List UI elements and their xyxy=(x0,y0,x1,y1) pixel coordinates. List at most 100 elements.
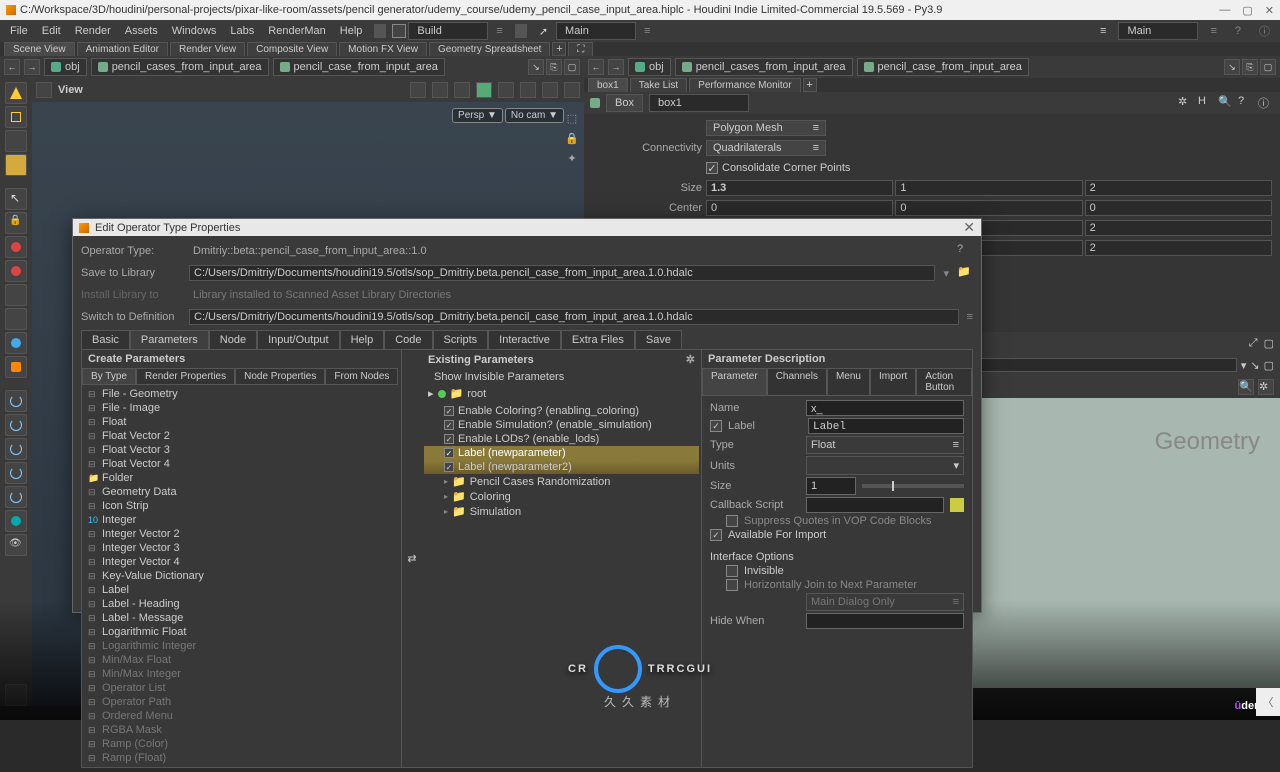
close-icon[interactable]: ✕ xyxy=(1265,4,1274,17)
menu-help[interactable]: Help xyxy=(334,23,369,39)
tool-rotate[interactable] xyxy=(5,284,27,306)
tool-bottom[interactable] xyxy=(5,684,27,706)
tab-animation-editor[interactable]: Animation Editor xyxy=(77,42,168,56)
right-main-dropdown[interactable]: Main xyxy=(1118,22,1198,40)
desc-tab-import[interactable]: Import xyxy=(870,368,916,396)
menu-edit[interactable]: Edit xyxy=(36,23,67,39)
vopt-gear-icon[interactable] xyxy=(542,82,558,98)
switch-def-input[interactable]: C:/Users/Dmitriy/Documents/houdini19.5/o… xyxy=(189,309,959,325)
pin-icon[interactable]: ↘ xyxy=(1250,359,1259,372)
connectivity-dropdown[interactable]: Quadrilaterals≡ xyxy=(706,140,826,156)
tab-perfmon[interactable]: Performance Monitor xyxy=(689,78,800,92)
tool-red[interactable] xyxy=(5,236,27,258)
gear-icon[interactable]: ✲ xyxy=(1258,379,1274,395)
tab-motion-fx[interactable]: Motion FX View xyxy=(339,42,427,56)
vopt-icon[interactable] xyxy=(432,82,448,98)
tool-arc4[interactable] xyxy=(5,462,27,484)
crumb-obj[interactable]: obj xyxy=(44,58,87,76)
desc-tab-menu[interactable]: Menu xyxy=(827,368,870,396)
dlg-tab-io[interactable]: Input/Output xyxy=(257,330,340,349)
vopt-icon[interactable] xyxy=(520,82,536,98)
h-icon[interactable]: H xyxy=(1198,95,1214,111)
dlg-tab-save[interactable]: Save xyxy=(635,330,682,349)
subtab-render[interactable]: Render Properties xyxy=(136,368,235,385)
crumb-r2[interactable]: pencil_case_from_input_area xyxy=(857,58,1029,76)
link-icon[interactable]: ⎘ xyxy=(1242,59,1258,75)
root-item[interactable]: ▸📁root xyxy=(422,385,701,402)
param-item-selected[interactable]: ✓Label (newparameter2) xyxy=(424,460,699,474)
tab-takelist[interactable]: Take List xyxy=(630,78,687,92)
tool-lasso[interactable] xyxy=(5,130,27,152)
minimize-icon[interactable]: — xyxy=(1219,4,1230,17)
suppress-checkbox[interactable] xyxy=(726,515,738,527)
invisible-checkbox[interactable] xyxy=(726,565,738,577)
units-dropdown[interactable]: ▾ xyxy=(806,456,964,475)
folder-item[interactable]: ▸📁Coloring xyxy=(424,489,699,504)
tool-arc1[interactable] xyxy=(5,390,27,412)
dlg-tab-help[interactable]: Help xyxy=(340,330,385,349)
add-tab-button[interactable]: + xyxy=(552,42,566,56)
dialog-titlebar[interactable]: Edit Operator Type Properties ✕ xyxy=(73,219,981,236)
subtab-bytype[interactable]: By Type xyxy=(82,368,136,385)
callback-input[interactable] xyxy=(806,497,944,513)
desc-tab-channels[interactable]: Channels xyxy=(767,368,827,396)
help-icon[interactable]: ? xyxy=(957,243,973,259)
center-x-input[interactable]: 0 xyxy=(706,200,893,216)
available-checkbox[interactable]: ✓ xyxy=(710,529,722,541)
horiz-checkbox[interactable] xyxy=(726,579,738,591)
crumb-r1[interactable]: pencil_cases_from_input_area xyxy=(675,58,853,76)
vopt-icon[interactable] xyxy=(564,82,580,98)
info-icon[interactable]: ⓘ xyxy=(1258,95,1274,111)
expand-icon[interactable]: ▢ xyxy=(564,59,580,75)
maximize-icon[interactable]: ▢ xyxy=(1242,4,1252,17)
menu-file[interactable]: File xyxy=(4,23,34,39)
expand-icon[interactable]: ▢ xyxy=(1260,59,1276,75)
tool-lock[interactable] xyxy=(5,212,27,234)
tool-orange[interactable] xyxy=(5,356,27,378)
desc-tab-parameter[interactable]: Parameter xyxy=(702,368,767,396)
label-input[interactable]: Label xyxy=(808,418,964,434)
crumb-1[interactable]: pencil_cases_from_input_area xyxy=(91,58,269,76)
size-slider[interactable] xyxy=(862,484,964,488)
display-option-icon[interactable]: ⬚ xyxy=(564,112,580,128)
tool-box[interactable] xyxy=(5,106,27,128)
gear-icon[interactable]: ✲ xyxy=(686,353,695,366)
vopt-icon[interactable] xyxy=(410,82,426,98)
view-menu-icon[interactable] xyxy=(36,82,52,98)
tool-teal[interactable] xyxy=(5,510,27,532)
pane-dropdown[interactable]: Main xyxy=(556,22,636,40)
dlg-tab-extra[interactable]: Extra Files xyxy=(561,330,635,349)
vopt-icon[interactable] xyxy=(454,82,470,98)
type-dropdown[interactable]: Float≡ xyxy=(806,436,964,454)
dlg-tab-node[interactable]: Node xyxy=(209,330,257,349)
param-item[interactable]: ✓Enable LODs? (enable_lods) xyxy=(424,432,699,446)
link-icon[interactable]: ⎘ xyxy=(546,59,562,75)
dlg-tab-scripts[interactable]: Scripts xyxy=(433,330,489,349)
save-lib-input[interactable]: C:/Users/Dmitriy/Documents/houdini19.5/o… xyxy=(189,265,935,281)
info-icon[interactable]: ⓘ xyxy=(1253,21,1276,41)
extra-z-input[interactable]: 2 xyxy=(1085,220,1272,236)
size-input[interactable]: 1 xyxy=(806,477,856,495)
back-button[interactable]: ← xyxy=(588,59,604,75)
tool-move[interactable] xyxy=(5,260,27,282)
param-item[interactable]: ✓Enable Simulation? (enable_simulation) xyxy=(424,418,699,432)
folder-item[interactable]: ▸📁Simulation xyxy=(424,504,699,519)
size-z-input[interactable]: 2 xyxy=(1085,180,1272,196)
pin-icon[interactable]: ↘ xyxy=(1224,59,1240,75)
vopt-display-icon[interactable] xyxy=(476,82,492,98)
fwd-button[interactable]: → xyxy=(24,59,40,75)
tab-box1[interactable]: box1 xyxy=(588,78,628,92)
tool-eye[interactable] xyxy=(5,534,27,556)
desktop-icon[interactable] xyxy=(392,24,406,38)
search-icon[interactable]: 🔍 xyxy=(1238,379,1254,395)
menu-renderman[interactable]: RenderMan xyxy=(262,23,331,39)
menu-assets[interactable]: Assets xyxy=(119,23,164,39)
expand-icon[interactable]: ⛶ xyxy=(568,42,593,56)
desc-tab-action[interactable]: Action Button xyxy=(916,368,972,396)
dlg-tab-basic[interactable]: Basic xyxy=(81,330,130,349)
param-item-selected[interactable]: ✓Label (newparameter) xyxy=(424,446,699,460)
gear-icon[interactable]: ✲ xyxy=(1178,95,1194,111)
param-item[interactable]: ✓Enable Coloring? (enabling_coloring) xyxy=(424,404,699,418)
dlg-tab-parameters[interactable]: Parameters xyxy=(130,330,209,349)
crumb-2[interactable]: pencil_case_from_input_area xyxy=(273,58,445,76)
